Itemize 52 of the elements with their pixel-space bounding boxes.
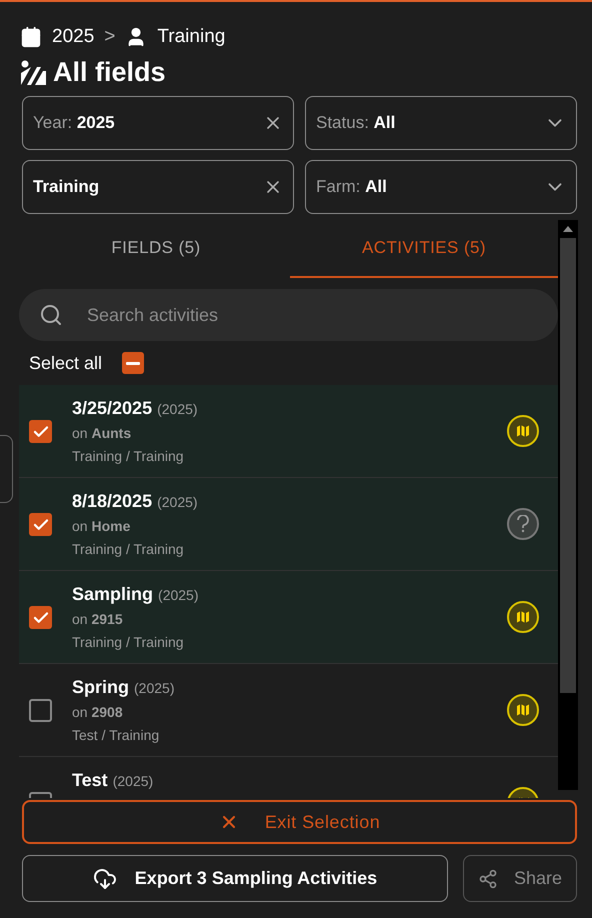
activity-title: Spring (2025): [72, 676, 176, 699]
field-rows-icon: [19, 59, 47, 85]
scroll-up-icon[interactable]: [563, 226, 573, 232]
question-icon[interactable]: [507, 508, 539, 540]
exit-selection-button[interactable]: Exit Selection: [22, 800, 577, 844]
activity-detail: Training / Training: [72, 633, 185, 652]
filter-field[interactable]: Farm: All: [305, 160, 577, 214]
export-button[interactable]: Export 3 Sampling Activities: [22, 855, 448, 902]
select-all-label: Select all: [29, 352, 102, 374]
activity-title: Test (2025): [72, 769, 154, 792]
activity-detail: Training / Training: [72, 447, 185, 466]
cloud-download-icon: [92, 866, 117, 890]
calendar-icon: [20, 26, 42, 48]
filter-field[interactable]: Training: [22, 160, 294, 214]
select-all-checkbox[interactable]: [122, 352, 144, 374]
activity-location: on Aunts: [72, 424, 132, 443]
activity-location: on 2915: [72, 610, 124, 629]
activity-location: on 2908: [72, 703, 124, 722]
breadcrumb-separator: >: [104, 24, 116, 49]
breadcrumb-user[interactable]: Training: [157, 22, 226, 52]
map-icon[interactable]: [507, 415, 539, 447]
side-handle[interactable]: [0, 435, 13, 503]
activity-location: on Home: [72, 517, 132, 536]
activity-row[interactable]: 8/18/2025 (2025) on Home Training / Training: [19, 478, 558, 571]
activity-title: 3/25/2025 (2025): [72, 397, 199, 420]
filter-field[interactable]: Year: 2025: [22, 96, 294, 150]
search-input[interactable]: Search activities: [87, 302, 538, 328]
share-icon: [478, 868, 498, 888]
filter-value: Training: [33, 176, 100, 198]
tab[interactable]: FIELDS (5): [22, 220, 290, 278]
scrollbar[interactable]: [558, 220, 578, 790]
breadcrumb-season[interactable]: 2025: [52, 22, 94, 52]
map-icon[interactable]: [507, 601, 539, 633]
activity-detail: Test / Training: [72, 726, 160, 745]
map-icon[interactable]: [507, 694, 539, 726]
activity-title: Sampling (2025): [72, 583, 200, 606]
activity-title: 8/18/2025 (2025): [72, 490, 199, 513]
filter-value: Status: All: [316, 112, 396, 134]
search-icon: [39, 303, 63, 327]
search-field[interactable]: Search activities: [19, 289, 558, 341]
activity-detail: Training / Training: [72, 540, 185, 559]
filter-value: Farm: All: [316, 176, 388, 198]
filter-field[interactable]: Status: All: [305, 96, 577, 150]
minus-icon: [126, 362, 140, 364]
filter-value: Year: 2025: [33, 112, 116, 134]
checkbox[interactable]: [29, 420, 52, 443]
activity-row[interactable]: Sampling (2025) on 2915 Training / Training: [19, 571, 558, 664]
checkbox[interactable]: [29, 513, 52, 536]
checkbox[interactable]: [29, 699, 52, 722]
page-title: All fields: [53, 56, 166, 89]
activity-row[interactable]: 3/25/2025 (2025) on Aunts Training / Training: [19, 385, 558, 478]
checkbox[interactable]: [29, 606, 52, 629]
